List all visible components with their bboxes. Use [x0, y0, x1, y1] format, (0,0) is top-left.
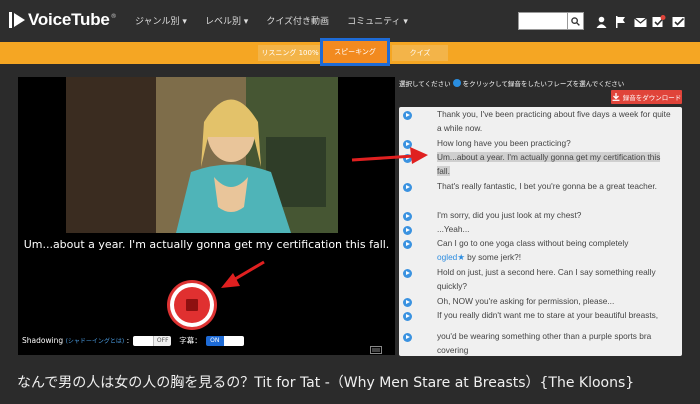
- download-icon: [612, 93, 620, 101]
- star-icon[interactable]: ★: [457, 252, 464, 262]
- transcript-panel: Thank you, I've been practicing about fi…: [399, 107, 682, 356]
- tab-quiz[interactable]: クイズ: [392, 45, 448, 61]
- transcript-text: That's really fantastic, I bet you're go…: [437, 181, 657, 191]
- tab-listening[interactable]: リスニング 100%: [258, 45, 322, 61]
- nav-quiz-videos[interactable]: クイズ付き動画: [266, 14, 329, 27]
- instruction-before: 選択してください: [399, 80, 451, 88]
- play-line-icon[interactable]: [403, 154, 412, 163]
- video-frame: [66, 77, 338, 233]
- play-line-icon[interactable]: [403, 226, 412, 235]
- instruction-after: をクリックして録音をしたいフレーズを選んでください: [462, 80, 625, 88]
- shadowing-help-link[interactable]: (シャドーイングとは): [66, 336, 125, 345]
- play-line-icon[interactable]: [403, 240, 412, 249]
- logo-trademark: ®: [110, 12, 117, 20]
- search-button[interactable]: [568, 12, 584, 30]
- play-line-icon[interactable]: [403, 269, 412, 278]
- transcript-text: ...Yeah...: [437, 224, 470, 234]
- transcript-text: Thank you, I've been practicing about fi…: [437, 109, 671, 134]
- nav-genre[interactable]: ジャンル別 ▾: [135, 14, 187, 27]
- play-line-icon[interactable]: [403, 298, 412, 307]
- subtitles-label: 字幕：: [179, 336, 202, 345]
- voicetube-logo[interactable]: VoiceTube ®: [8, 9, 117, 31]
- tab-speaking-label: スピーキング: [334, 48, 376, 56]
- play-line-icon[interactable]: [403, 111, 412, 120]
- shadowing-toggle[interactable]: OFF: [133, 335, 172, 346]
- subtitles-toggle-state: ON: [205, 335, 224, 346]
- transcript-scrollbar[interactable]: [682, 107, 688, 356]
- checklist-icon[interactable]: [652, 13, 666, 32]
- tab-speaking[interactable]: スピーキング: [320, 38, 390, 66]
- play-line-icon[interactable]: [403, 333, 412, 342]
- shadowing-toggle-state: OFF: [153, 335, 172, 346]
- mode-tab-bar: リスニング 100% スピーキング クイズ: [0, 38, 700, 66]
- shadowing-colon: :: [126, 336, 130, 345]
- search-icon: [571, 16, 580, 26]
- download-label: 録音をダウンロード: [622, 94, 682, 102]
- user-icon[interactable]: [596, 13, 607, 32]
- transcript-text: I'm sorry, did you just look at my chest…: [437, 210, 582, 220]
- tab-listening-label: リスニング 100%: [261, 49, 319, 57]
- search-input[interactable]: [518, 12, 568, 30]
- transcript-text: How long have you been practicing?: [437, 138, 571, 148]
- main-menu: ジャンル別 ▾ レベル別 ▾ クイズ付き動画 コミュニティ ▾: [135, 14, 426, 27]
- play-line-icon[interactable]: [403, 212, 412, 221]
- video-player[interactable]: Um...about a year. I'm actually gonna ge…: [18, 77, 395, 355]
- keyboard-icon[interactable]: [370, 339, 382, 358]
- download-recording-button[interactable]: 録音をダウンロード: [611, 90, 682, 104]
- record-ring: [174, 287, 210, 323]
- play-line-icon[interactable]: [403, 183, 412, 192]
- nav-level[interactable]: レベル別 ▾: [205, 14, 248, 27]
- tab-quiz-label: クイズ: [409, 49, 431, 57]
- nav-community[interactable]: コミュニティ ▾: [347, 14, 408, 27]
- transcript-text: Oh, NOW you're asking for permission, pl…: [437, 296, 615, 306]
- play-line-icon[interactable]: [403, 140, 412, 149]
- flag-icon[interactable]: [615, 13, 626, 32]
- mail-icon[interactable]: [634, 13, 647, 32]
- video-title: なんで男の人は女の人の胸を見るの？Tit for Tat -（Why Men S…: [17, 375, 635, 391]
- transcript-instruction: 選択してください をクリックして録音をしたいフレーズを選んでください: [399, 78, 624, 88]
- subtitles-toggle[interactable]: ON: [205, 335, 244, 346]
- play-line-icon[interactable]: [403, 312, 412, 321]
- shadowing-label: Shadowing: [22, 336, 64, 345]
- transcript-text: Um...about a year. I'm actually gonna ge…: [437, 152, 661, 177]
- video-subtitle: Um...about a year. I'm actually gonna ge…: [23, 238, 390, 251]
- transcript-text: Can I go to one yoga class without being…: [437, 238, 629, 248]
- calendar-check-icon[interactable]: [672, 13, 686, 32]
- voicetube-logo-icon: [8, 10, 26, 30]
- logo-text: VoiceTube: [28, 10, 110, 29]
- transcript-text: you'd be wearing something other than a …: [437, 331, 652, 356]
- stop-icon: [186, 299, 198, 311]
- top-nav-bar: VoiceTube ® ジャンル別 ▾ レベル別 ▾ クイズ付き動画 コミュニテ…: [0, 0, 700, 42]
- transcript-text: Hold on just, just a second here. Can I …: [437, 267, 656, 292]
- record-button[interactable]: [170, 283, 214, 327]
- player-controls: Shadowing (シャドーイングとは) : OFF 字幕： ON: [22, 335, 252, 346]
- transcript-text: by some jerk?!: [467, 252, 522, 263]
- vocab-word-link[interactable]: ogled: [437, 252, 457, 262]
- transcript-text: If you really didn't want me to stare at…: [437, 310, 659, 320]
- play-circle-icon: [452, 79, 461, 87]
